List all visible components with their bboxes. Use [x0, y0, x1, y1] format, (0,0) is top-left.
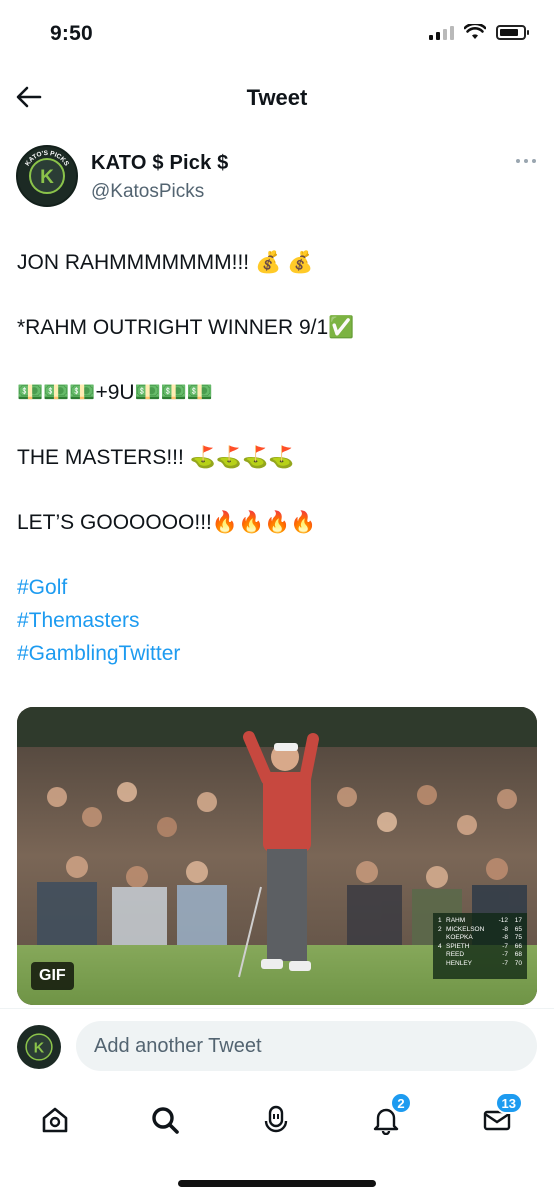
search-icon: [152, 1107, 179, 1134]
more-options-icon[interactable]: [516, 159, 536, 163]
svg-text:K: K: [34, 1040, 45, 1056]
spaces-microphone-icon: [264, 1105, 288, 1133]
hashtag-link[interactable]: #Golf: [17, 571, 537, 604]
cellular-signal-icon: [429, 24, 454, 40]
hashtag-link[interactable]: #GamblingTwitter: [17, 637, 537, 670]
tab-messages[interactable]: 13: [477, 1092, 523, 1140]
tweet-author: K KATO'S PICKS KATO $ Pick $ @KatosPicks: [16, 145, 538, 215]
leaderboard-overlay: 1 RAHM -12 17 2 MICKELSON -8 65 KOEPKA -8 75 4 SP…: [433, 913, 527, 979]
tab-notifications[interactable]: 2: [366, 1092, 412, 1140]
home-icon: [42, 1107, 68, 1133]
hashtag-link[interactable]: #Themasters: [17, 604, 537, 637]
tab-home[interactable]: [35, 1100, 75, 1140]
leaderboard-row: 2 MICKELSON -8 65: [438, 925, 522, 933]
tweet-line: *RAHM OUTRIGHT WINNER 9/1✅: [17, 316, 355, 339]
tweet-line: 💵💵💵+9U💵💵💵: [17, 381, 213, 404]
header: Tweet: [0, 70, 554, 126]
author-handle[interactable]: @KatosPicks: [91, 181, 204, 203]
kato-picks-logo: K: [17, 1025, 61, 1069]
author-name[interactable]: KATO $ Pick $: [91, 152, 228, 175]
leaderboard-row: 4 SPIETH -7 66: [438, 942, 522, 950]
status-icons: [429, 24, 529, 40]
tweet-media-gif[interactable]: 1 RAHM -12 17 2 MICKELSON -8 65 KOEPKA -8 75 4 SP…: [17, 707, 537, 1005]
home-indicator: [178, 1180, 376, 1187]
battery-icon: [496, 24, 529, 40]
add-tweet-input[interactable]: Add another Tweet: [76, 1021, 537, 1071]
leaderboard-row: REED -7 68: [446, 951, 522, 958]
status-bar: 9:50: [0, 0, 554, 70]
leaderboard-row: HENLEY -7 70: [446, 959, 522, 967]
reply-avatar[interactable]: K: [17, 1025, 61, 1069]
leaderboard-row: KOEPKA -8 75: [446, 934, 522, 941]
bottom-tab-bar: 2 13: [0, 1088, 554, 1148]
status-time: 9:50: [50, 22, 93, 45]
kato-picks-logo: K KATO'S PICKS: [19, 148, 75, 204]
notifications-badge: 2: [390, 1092, 412, 1114]
divider: [0, 1008, 554, 1009]
tweet-line: JON RAHMMMMMMM!!! 💰 💰: [17, 251, 314, 274]
leaderboard-row: 1 RAHM -12 17: [438, 917, 522, 924]
tweet-line: LET’S GOOOOOO!!!🔥🔥🔥🔥: [17, 511, 317, 534]
tweet-body: JON RAHMMMMMMM!!! 💰 💰 *RAHM OUTRIGHT WIN…: [17, 246, 537, 670]
page-title: Tweet: [246, 85, 308, 110]
tab-search[interactable]: [145, 1100, 185, 1140]
avatar[interactable]: K KATO'S PICKS: [16, 145, 78, 207]
gif-badge: GIF: [31, 962, 74, 990]
wifi-icon: [464, 24, 486, 39]
messages-badge: 13: [494, 1092, 523, 1114]
tweet-line: THE MASTERS!!! ⛳⛳⛳⛳: [17, 446, 295, 469]
avatar-letter: K: [40, 167, 54, 188]
tab-spaces[interactable]: [256, 1100, 296, 1140]
